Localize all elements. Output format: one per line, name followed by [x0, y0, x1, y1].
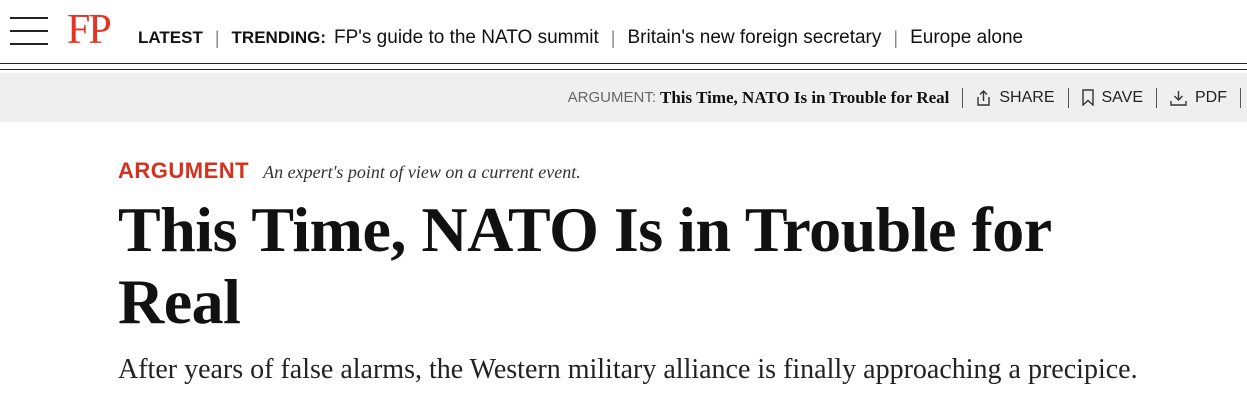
- fp-logo[interactable]: FP: [67, 8, 112, 52]
- article-kicker-row: ARGUMENT An expert's point of view on a …: [118, 158, 1218, 184]
- nav-divider: |: [214, 28, 220, 48]
- top-navigation: FP LATEST | TRENDING: FP's guide to the …: [0, 0, 1247, 64]
- section-label[interactable]: ARGUMENT: [118, 158, 249, 184]
- article-toolbar: ARGUMENT: This Time, NATO Is in Trouble …: [0, 73, 1247, 122]
- pdf-label: PDF: [1195, 88, 1227, 106]
- toolbar-article-title: This Time, NATO Is in Trouble for Real: [660, 87, 950, 107]
- trending-link-nato-summit[interactable]: FP's guide to the NATO summit: [334, 26, 599, 50]
- toolbar-divider: [1067, 87, 1069, 108]
- toolbar-divider: [1156, 87, 1157, 108]
- toolbar-divider: [1240, 87, 1241, 108]
- nav-links: LATEST | TRENDING: FP's guide to the NAT…: [138, 26, 1023, 50]
- menu-icon[interactable]: [10, 17, 48, 45]
- share-label: SHARE: [999, 88, 1055, 106]
- header-rule: [0, 69, 1247, 70]
- nav-latest-link[interactable]: LATEST: [138, 26, 203, 50]
- download-icon: [1170, 90, 1187, 106]
- nav-divider: |: [893, 28, 899, 48]
- article-headline: This Time, NATO Is in Trouble for Real: [118, 194, 1051, 337]
- bookmark-icon: [1081, 89, 1094, 106]
- article-header: ARGUMENT An expert's point of view on a …: [118, 158, 1218, 386]
- share-icon: [977, 89, 991, 106]
- trending-link-europe-alone[interactable]: Europe alone: [910, 26, 1023, 50]
- toolbar-section-kicker: ARGUMENT:: [567, 89, 656, 106]
- toolbar-divider: [962, 87, 964, 108]
- trending-label: TRENDING:: [231, 28, 326, 47]
- save-button[interactable]: SAVE: [1081, 88, 1144, 107]
- trending-link-foreign-secretary[interactable]: Britain's new foreign secretary: [627, 26, 881, 50]
- nav-divider: |: [610, 28, 616, 48]
- article-dek: After years of false alarms, the Western…: [118, 354, 1138, 385]
- pdf-button[interactable]: PDF: [1170, 89, 1227, 107]
- share-button[interactable]: SHARE: [976, 88, 1055, 107]
- save-label: SAVE: [1101, 88, 1144, 106]
- section-tagline: An expert's point of view on a current e…: [263, 162, 581, 182]
